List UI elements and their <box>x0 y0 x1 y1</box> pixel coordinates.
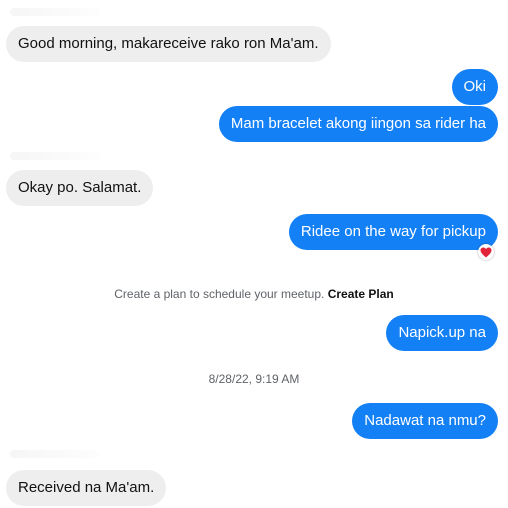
message-outgoing[interactable]: Mam bracelet akong iingon sa rider ha <box>218 106 498 142</box>
sender-name-placeholder <box>10 152 100 160</box>
create-plan-link[interactable]: Create Plan <box>328 287 394 301</box>
timestamp-text: 8/28/22, 9:19 AM <box>208 372 300 386</box>
message-text: Good morning, makareceive rako ron Ma'am… <box>18 35 319 52</box>
sender-name-placeholder <box>10 8 100 16</box>
create-plan-notice: Create a plan to schedule your meetup. C… <box>0 287 508 301</box>
message-outgoing[interactable]: Oki <box>451 69 498 105</box>
message-text: Oki <box>463 78 487 95</box>
message-outgoing[interactable]: Napick.up na <box>386 315 498 351</box>
message-incoming[interactable]: Okay po. Salamat. <box>6 170 154 206</box>
message-incoming[interactable]: Received na Ma'am. <box>6 470 167 506</box>
sender-name-placeholder <box>10 450 100 458</box>
message-text: Ridee on the way for pickup <box>300 223 486 240</box>
message-reaction[interactable] <box>478 244 494 260</box>
message-text: Napick.up na <box>398 324 486 341</box>
timestamp: 8/28/22, 9:19 AM <box>0 372 508 386</box>
create-plan-text: Create a plan to schedule your meetup. <box>114 287 325 301</box>
chat-thread: Good morning, makareceive rako ron Ma'am… <box>0 0 508 508</box>
message-text: Nadawat na nmu? <box>364 412 486 429</box>
message-incoming[interactable]: Good morning, makareceive rako ron Ma'am… <box>6 26 331 62</box>
heart-icon <box>480 247 492 257</box>
message-outgoing[interactable]: Nadawat na nmu? <box>352 403 498 439</box>
message-text: Received na Ma'am. <box>18 479 155 496</box>
message-text: Okay po. Salamat. <box>18 179 142 196</box>
message-text: Mam bracelet akong iingon sa rider ha <box>230 115 486 132</box>
message-outgoing[interactable]: Ridee on the way for pickup <box>288 214 498 250</box>
